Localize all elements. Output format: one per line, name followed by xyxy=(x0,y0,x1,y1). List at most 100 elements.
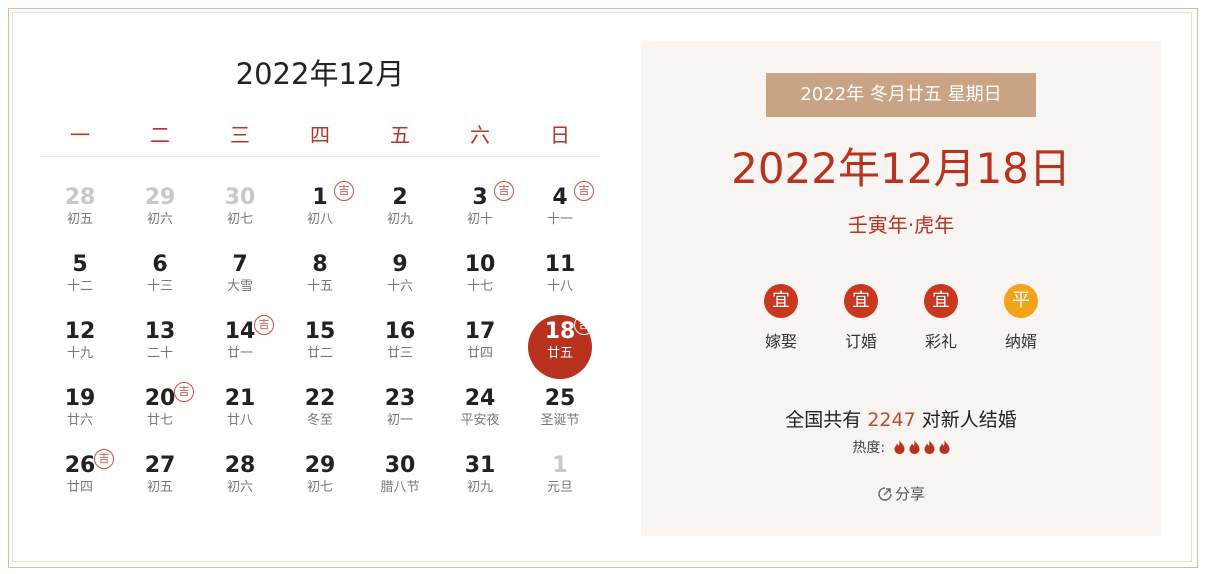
day-cell[interactable]: 1 元旦 xyxy=(520,441,600,508)
day-number: 5 xyxy=(72,252,88,277)
weekday-label: 五 xyxy=(390,123,410,147)
stat-suffix: 对新人结婚 xyxy=(921,409,1017,431)
day-cell[interactable]: 13 二十 xyxy=(120,307,200,374)
day-number: 29 xyxy=(144,185,176,210)
day-number: 23 xyxy=(384,386,416,411)
day-number: 28 xyxy=(64,185,96,210)
lunar-day: 初八 xyxy=(306,212,333,227)
lunar-day: 冬至 xyxy=(306,413,333,428)
share-button[interactable]: 分享 xyxy=(641,483,1161,504)
day-cell[interactable]: 7 大雪 xyxy=(200,240,280,307)
day-cell[interactable]: 20 廿七吉 xyxy=(120,374,200,441)
lunar-day: 腊八节 xyxy=(380,480,420,495)
lunar-day: 初五 xyxy=(146,480,173,495)
day-cell[interactable]: 4 十一吉 xyxy=(520,173,600,240)
auspicious-badge: 吉 xyxy=(94,449,114,469)
flame-icon xyxy=(939,440,950,454)
day-cell[interactable]: 2 初九 xyxy=(360,173,440,240)
activity-list: 宜嫁娶宜订婚宜彩礼平纳婿 xyxy=(741,284,1061,352)
lunar-day: 十一 xyxy=(546,212,573,227)
day-cell[interactable]: 28 初六 xyxy=(200,441,280,508)
day-cell[interactable]: 23 初一 xyxy=(360,374,440,441)
yi-badge: 宜 xyxy=(844,284,878,318)
day-cell[interactable]: 12 十九 xyxy=(40,307,120,374)
calendar: 2022年12月 一二三四五六日 28 初五 29 初六 30 初七 1 初八吉 2 初九 3 初十吉… xyxy=(40,30,600,508)
lunar-day: 初五 xyxy=(66,212,93,227)
lunar-day: 初七 xyxy=(306,480,333,495)
day-number: 19 xyxy=(64,386,96,411)
day-cell[interactable]: 5 十二 xyxy=(40,240,120,307)
day-cell[interactable]: 1 初八吉 xyxy=(280,173,360,240)
wedding-count: 2247 xyxy=(867,409,916,431)
day-cell[interactable]: 11 十八 xyxy=(520,240,600,307)
day-cell-selected[interactable]: 18 廿五吉 xyxy=(520,307,600,379)
day-number: 10 xyxy=(464,252,496,277)
lunar-day: 十八 xyxy=(546,279,573,294)
day-number: 2 xyxy=(392,185,408,210)
day-cell[interactable]: 28 初五 xyxy=(40,173,120,240)
weekday-label: 二 xyxy=(150,123,170,147)
day-number: 11 xyxy=(544,252,576,277)
day-cell[interactable]: 3 初十吉 xyxy=(440,173,520,240)
day-number: 21 xyxy=(224,386,256,411)
day-cell[interactable]: 16 廿三 xyxy=(360,307,440,374)
day-cell[interactable]: 19 廿六 xyxy=(40,374,120,441)
yi-badge: 宜 xyxy=(924,284,958,318)
activity-label: 纳婿 xyxy=(1004,332,1037,351)
day-cell[interactable]: 29 初六 xyxy=(120,173,200,240)
activity-item: 宜彩礼 xyxy=(901,284,981,352)
activity-item: 宜嫁娶 xyxy=(741,284,821,352)
calendar-title: 2022年12月 xyxy=(235,57,405,91)
flame-icon xyxy=(909,440,920,454)
auspicious-badge: 吉 xyxy=(574,315,594,335)
day-cell[interactable]: 21 廿八 xyxy=(200,374,280,441)
share-label: 分享 xyxy=(894,485,925,503)
day-cell[interactable]: 26 廿四吉 xyxy=(40,441,120,508)
day-number: 29 xyxy=(304,453,336,478)
activity-label: 嫁娶 xyxy=(764,332,797,351)
weekday-label: 六 xyxy=(470,123,490,147)
day-number: 9 xyxy=(392,252,408,277)
day-cell[interactable]: 22 冬至 xyxy=(280,374,360,441)
day-number: 7 xyxy=(232,252,248,277)
ping-badge: 平 xyxy=(1004,284,1038,318)
day-number: 1 xyxy=(552,453,568,478)
lunar-day: 廿五 xyxy=(546,346,573,361)
day-cell[interactable]: 17 廿四 xyxy=(440,307,520,374)
day-cell[interactable]: 30 初七 xyxy=(200,173,280,240)
heat-label: 热度: xyxy=(852,440,886,456)
day-cell[interactable]: 6 十三 xyxy=(120,240,200,307)
day-cell[interactable]: 15 廿二 xyxy=(280,307,360,374)
day-cell[interactable]: 30 腊八节 xyxy=(360,441,440,508)
lunar-day: 廿三 xyxy=(386,346,413,361)
lunar-day: 元旦 xyxy=(546,480,573,495)
day-number: 12 xyxy=(64,319,96,344)
day-cell[interactable]: 10 十七 xyxy=(440,240,520,307)
lunar-day: 廿七 xyxy=(146,413,173,428)
lunar-day: 初一 xyxy=(386,413,413,428)
lunar-day: 十五 xyxy=(306,279,333,294)
day-cell[interactable]: 24 平安夜 xyxy=(440,374,520,441)
calendar-grid: 28 初五 29 初六 30 初七 1 初八吉 2 初九 3 初十吉 4 十一吉 5 十二 6 十三 7 大雪 8 十五 9… xyxy=(40,173,600,508)
day-number: 27 xyxy=(144,453,176,478)
auspicious-badge: 吉 xyxy=(574,181,594,201)
day-cell[interactable]: 31 初九 xyxy=(440,441,520,508)
lunar-day: 大雪 xyxy=(226,279,253,294)
lunar-day: 廿八 xyxy=(226,413,253,428)
activity-item: 平纳婿 xyxy=(981,284,1061,352)
stat-prefix: 全国共有 xyxy=(785,409,862,431)
day-cell[interactable]: 14 廿一吉 xyxy=(200,307,280,374)
day-cell[interactable]: 25 圣诞节 xyxy=(520,374,600,441)
day-cell[interactable]: 8 十五 xyxy=(280,240,360,307)
day-cell[interactable]: 27 初五 xyxy=(120,441,200,508)
lunar-day: 初七 xyxy=(226,212,253,227)
weekday-label: 四 xyxy=(310,123,330,147)
lunar-day: 廿二 xyxy=(306,346,333,361)
weekday-label: 一 xyxy=(70,123,90,147)
lunar-day: 十七 xyxy=(466,279,493,294)
weekday-label: 日 xyxy=(550,123,570,147)
share-icon xyxy=(878,487,892,501)
day-number: 30 xyxy=(384,453,416,478)
day-cell[interactable]: 9 十六 xyxy=(360,240,440,307)
day-cell[interactable]: 29 初七 xyxy=(280,441,360,508)
